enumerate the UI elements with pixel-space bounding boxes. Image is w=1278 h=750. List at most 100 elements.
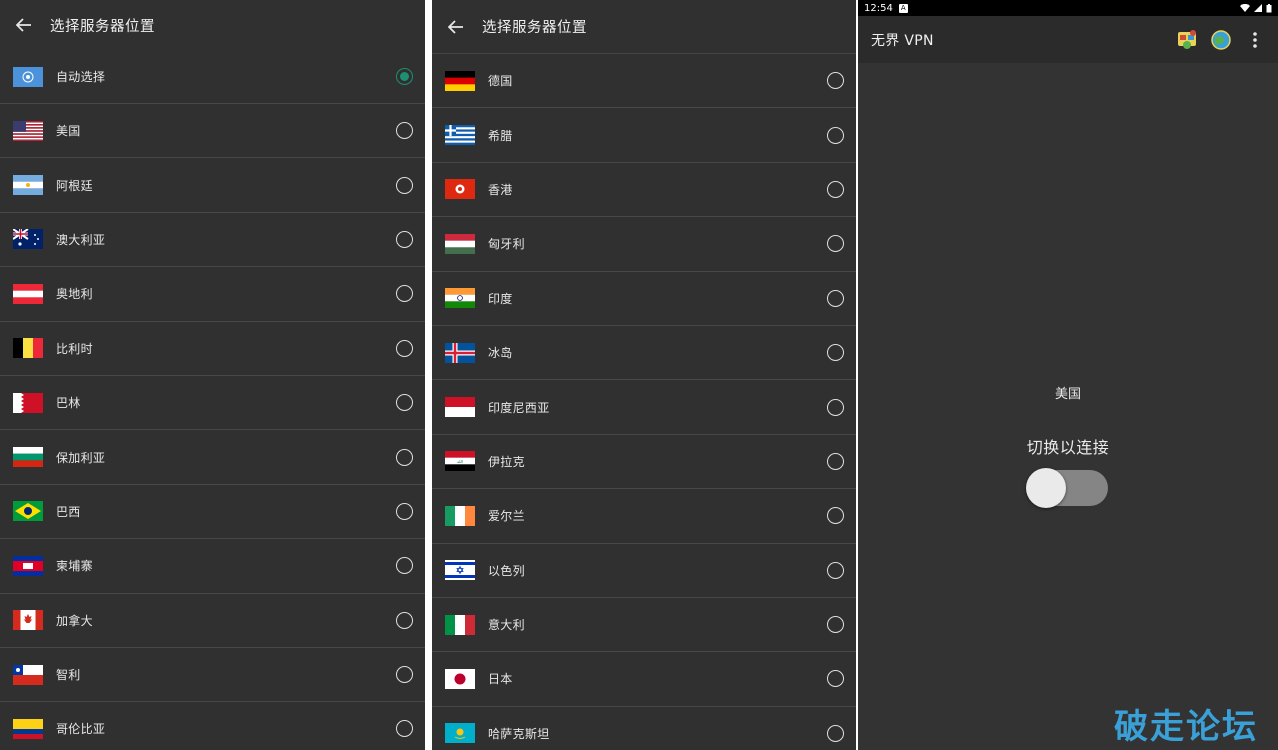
list-item[interactable]: 匈牙利: [432, 217, 856, 272]
wifi-icon: [1240, 4, 1250, 12]
app-bar: 无界 VPN: [858, 16, 1278, 63]
radio-button[interactable]: [396, 720, 413, 738]
flag-jp-icon: [445, 668, 475, 689]
list-item[interactable]: 印度尼西亚: [432, 380, 856, 435]
radio-button[interactable]: [827, 507, 844, 525]
list-item[interactable]: 印度: [432, 272, 856, 326]
list-item[interactable]: 奥地利: [0, 267, 425, 322]
top-bar: 选择服务器位置: [432, 0, 856, 54]
flag-id-icon: [445, 397, 475, 418]
more-vert-icon[interactable]: [1244, 29, 1266, 51]
list-item-label: 希腊: [488, 128, 513, 143]
radio-button[interactable]: [396, 502, 413, 520]
back-arrow-icon[interactable]: [442, 13, 470, 41]
list-item-label: 德国: [488, 74, 513, 89]
flag-is-icon: [445, 342, 475, 363]
flag-cl-icon: [13, 664, 43, 685]
radio-button[interactable]: [827, 289, 844, 307]
flag-it-icon: [445, 614, 475, 635]
list-item[interactable]: 巴林: [0, 376, 425, 431]
radio-button[interactable]: [396, 666, 413, 684]
list-item[interactable]: 自动选择: [0, 50, 425, 104]
flag-ar-icon: [13, 175, 43, 196]
list-item[interactable]: 哥伦比亚: [0, 702, 425, 750]
list-item-label: 冰岛: [488, 346, 513, 361]
radio-button[interactable]: [396, 448, 413, 466]
radio-button[interactable]: [827, 670, 844, 688]
flag-hk-icon: [445, 179, 475, 200]
radio-button[interactable]: [827, 180, 844, 198]
server-list-panel-2: 选择服务器位置 德国希腊香港匈牙利印度冰岛印度尼西亚 الله 伊拉克 爱尔兰 以色列意…: [432, 0, 856, 750]
flag-iq-icon: الله: [445, 451, 475, 472]
back-arrow-icon[interactable]: [10, 11, 38, 39]
list-item-label: 智利: [56, 668, 81, 683]
list-item[interactable]: 柬埔寨: [0, 539, 425, 594]
list-item[interactable]: 香港: [432, 163, 856, 218]
flag-ie-icon: [445, 505, 475, 526]
ad-free-icon[interactable]: [1176, 29, 1198, 51]
radio-button[interactable]: [396, 230, 413, 248]
flag-at-icon: [13, 283, 43, 304]
server-list-panel-1: 选择服务器位置 自动选择美国 阿根廷 澳大利亚奥地利比利时 巴林保加利亚巴西 柬埔寨 加拿…: [0, 0, 425, 750]
radio-button[interactable]: [396, 122, 413, 140]
list-item[interactable]: 加拿大: [0, 594, 425, 648]
list-item[interactable]: 意大利: [432, 598, 856, 653]
list-item-label: 保加利亚: [56, 450, 106, 465]
list-item[interactable]: 保加利亚: [0, 430, 425, 485]
radio-button[interactable]: [827, 235, 844, 253]
flag-co-icon: [13, 718, 43, 739]
list-item[interactable]: 澳大利亚: [0, 213, 425, 268]
list-item-label: 匈牙利: [488, 237, 525, 252]
list-item[interactable]: 哈萨克斯坦: [432, 707, 856, 750]
flag-gr-icon: [445, 125, 475, 146]
globe-server-icon[interactable]: [1210, 29, 1232, 51]
list-item[interactable]: 美国: [0, 104, 425, 159]
list-item-label: 日本: [488, 672, 513, 687]
list-item[interactable]: 以色列: [432, 544, 856, 598]
radio-button[interactable]: [396, 68, 413, 85]
radio-button[interactable]: [827, 616, 844, 634]
radio-button[interactable]: [396, 285, 413, 303]
radio-button[interactable]: [396, 611, 413, 629]
radio-button[interactable]: [827, 344, 844, 362]
flag-ca-icon: [13, 610, 43, 631]
radio-button[interactable]: [827, 72, 844, 90]
vpn-home-panel: 12:54 A 无界 VPN 美国 切换以连接 破走论坛: [858, 0, 1278, 750]
list-item[interactable]: 德国: [432, 54, 856, 109]
radio-button[interactable]: [827, 452, 844, 470]
list-item[interactable]: 巴西: [0, 485, 425, 540]
connect-switch-label: 切换以连接: [1026, 438, 1110, 457]
radio-button[interactable]: [827, 126, 844, 144]
connect-toggle[interactable]: [1026, 468, 1108, 508]
radio-button[interactable]: [827, 724, 844, 742]
list-item[interactable]: 日本: [432, 652, 856, 707]
list-item-label: 印度: [488, 291, 513, 306]
list-item[interactable]: 阿根廷: [0, 158, 425, 213]
flag-br-icon: [13, 501, 43, 522]
list-item[interactable]: 希腊: [432, 108, 856, 163]
status-bar: 12:54 A: [858, 0, 1278, 16]
list-item-label: 奥地利: [56, 287, 93, 302]
radio-button[interactable]: [396, 557, 413, 575]
list-item-label: 自动选择: [56, 70, 106, 84]
radio-button[interactable]: [396, 394, 413, 412]
page-title: 选择服务器位置: [482, 20, 587, 36]
radio-button[interactable]: [396, 176, 413, 194]
toggle-thumb: [1026, 468, 1066, 508]
svg-text:الله: الله: [457, 459, 463, 464]
top-bar: 选择服务器位置: [0, 0, 425, 50]
radio-button[interactable]: [396, 339, 413, 357]
radio-button[interactable]: [827, 398, 844, 416]
list-item[interactable]: 冰岛: [432, 326, 856, 381]
list-item[interactable]: 比利时: [0, 322, 425, 376]
list-item[interactable]: الله 伊拉克: [432, 435, 856, 490]
main-content: 美国 切换以连接: [858, 63, 1278, 750]
notification-badge: A: [898, 3, 908, 13]
flag-hu-icon: [445, 233, 475, 254]
radio-button[interactable]: [827, 561, 844, 579]
app-title: 无界 VPN: [871, 32, 934, 49]
list-item[interactable]: 智利: [0, 648, 425, 703]
flag-au-icon: [13, 229, 43, 250]
list-item[interactable]: 爱尔兰: [432, 489, 856, 544]
flag-de-icon: [445, 70, 475, 91]
